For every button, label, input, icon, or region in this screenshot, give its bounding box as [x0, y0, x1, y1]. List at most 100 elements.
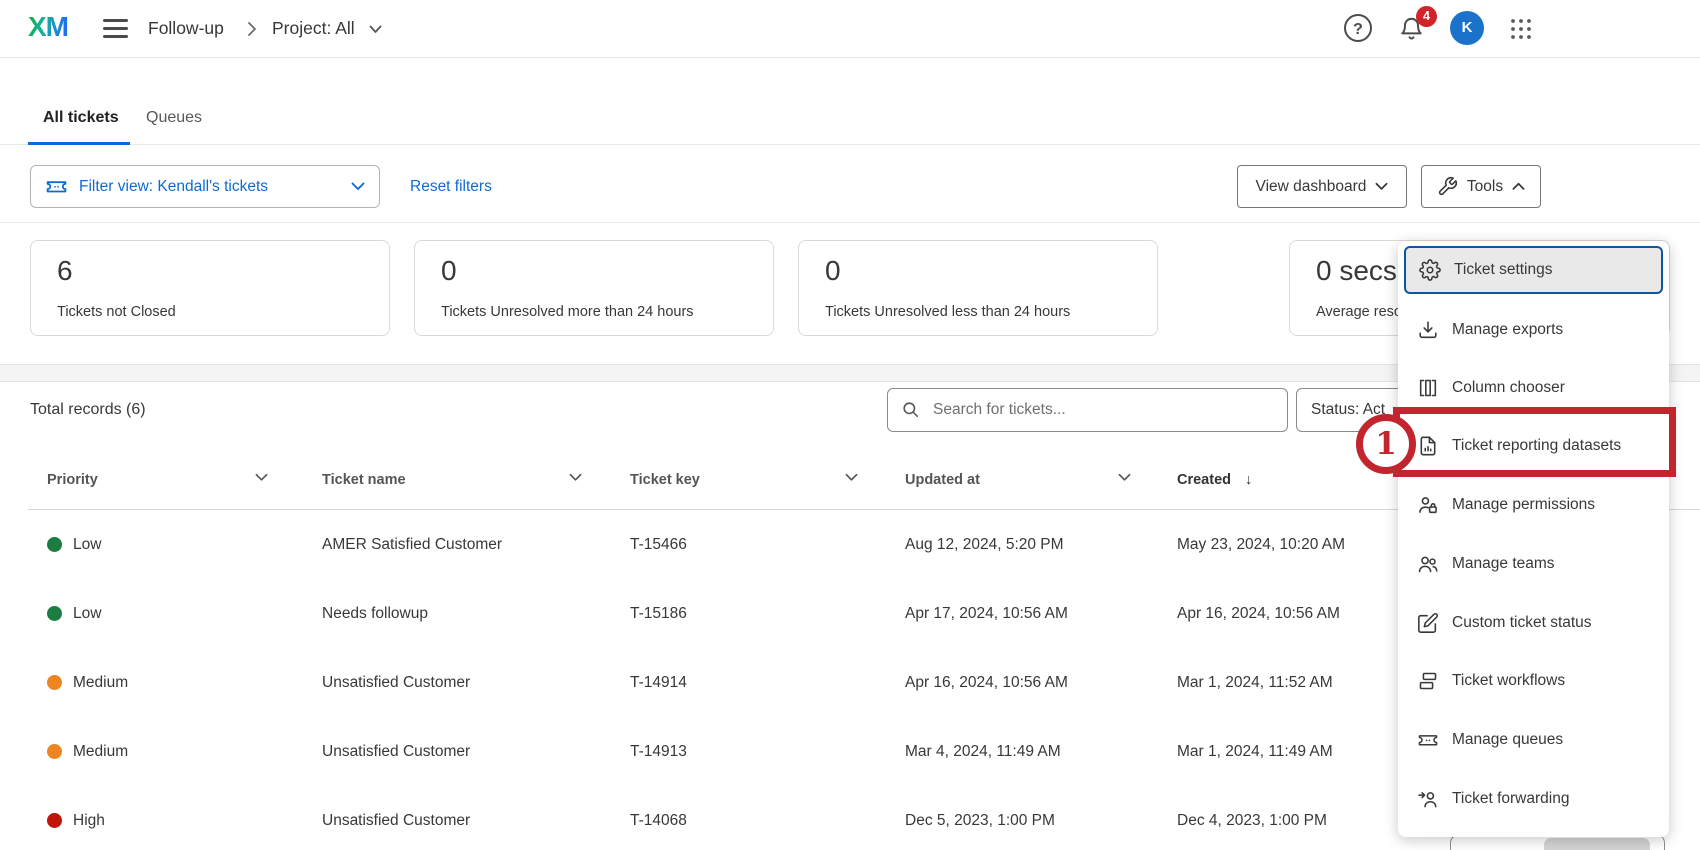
- menu-item-label: Custom ticket status: [1452, 614, 1592, 632]
- menu-item-manage-exports[interactable]: Manage exports: [1404, 306, 1663, 354]
- column-header-ticket-key[interactable]: Ticket key: [630, 460, 860, 500]
- gear-icon: [1419, 259, 1441, 281]
- menu-item-manage-queues[interactable]: Manage queues: [1404, 716, 1663, 764]
- tab-all-tickets[interactable]: All tickets: [43, 95, 119, 140]
- cell-ticket-name: AMER Satisfied Customer: [322, 510, 502, 579]
- help-icon[interactable]: ?: [1344, 14, 1372, 42]
- stat-value: 6: [57, 255, 73, 287]
- hamburger-menu-icon[interactable]: [103, 19, 128, 38]
- column-header-updated-at[interactable]: Updated at: [905, 460, 1133, 500]
- chevron-down-icon: [351, 182, 365, 191]
- cell-ticket-key: T-14913: [630, 717, 687, 786]
- menu-item-label: Manage queues: [1452, 731, 1563, 749]
- cell-updated-at: Mar 4, 2024, 11:49 AM: [905, 717, 1061, 786]
- menu-item-ticket-reporting-datasets[interactable]: Ticket reporting datasets: [1404, 422, 1663, 470]
- search-input[interactable]: [931, 400, 1274, 420]
- file-chart-icon: [1417, 435, 1439, 457]
- column-header-priority[interactable]: Priority: [47, 460, 270, 500]
- chevron-down-icon: [369, 25, 382, 34]
- tab-queues[interactable]: Queues: [146, 95, 202, 140]
- wrench-icon: [1437, 176, 1458, 197]
- menu-item-column-chooser[interactable]: Column chooser: [1404, 364, 1663, 412]
- arrow-person-icon: [1417, 788, 1439, 810]
- active-tab-underline: [28, 142, 130, 145]
- cell-ticket-name: Unsatisfied Customer: [322, 786, 470, 850]
- project-selector-label: Project: All: [272, 18, 355, 38]
- breadcrumb-app-name[interactable]: Follow-up: [148, 0, 224, 57]
- priority-dot: [47, 606, 62, 621]
- chevron-down-icon: [255, 473, 268, 482]
- column-label: Ticket key: [630, 472, 700, 488]
- cell-ticket-key: T-15186: [630, 579, 687, 648]
- column-header-ticket-name[interactable]: Ticket name: [322, 460, 584, 500]
- menu-item-manage-permissions[interactable]: Manage permissions: [1404, 481, 1663, 529]
- user-avatar[interactable]: K: [1450, 11, 1484, 45]
- apps-grid-icon[interactable]: [1508, 16, 1534, 42]
- menu-item-ticket-forwarding[interactable]: Ticket forwarding: [1404, 775, 1663, 823]
- cell-ticket-name: Unsatisfied Customer: [322, 717, 470, 786]
- reset-filters-link[interactable]: Reset filters: [410, 165, 492, 208]
- search-icon: [901, 400, 921, 420]
- cell-priority: Medium: [73, 717, 128, 786]
- menu-item-custom-ticket-status[interactable]: Custom ticket status: [1404, 599, 1663, 647]
- scrollbar-thumb[interactable]: [1544, 838, 1650, 850]
- filter-view-label: Filter view: Kendall's tickets: [79, 178, 351, 196]
- view-dashboard-label: View dashboard: [1256, 178, 1367, 196]
- tools-dropdown-menu: Ticket settings Manage exports Column ch…: [1398, 241, 1669, 837]
- column-label: Priority: [47, 472, 98, 488]
- cell-updated-at: Apr 16, 2024, 10:56 AM: [905, 648, 1068, 717]
- project-selector[interactable]: Project: All: [272, 0, 382, 57]
- cell-priority: Low: [73, 579, 101, 648]
- cell-created: Mar 1, 2024, 11:49 AM: [1177, 717, 1333, 786]
- cell-ticket-key: T-15466: [630, 510, 687, 579]
- filter-view-select[interactable]: Filter view: Kendall's tickets: [30, 165, 380, 208]
- column-label: Created: [1177, 472, 1231, 488]
- columns-icon: [1417, 377, 1439, 399]
- xm-logo: XM: [28, 11, 68, 43]
- stat-label: Tickets Unresolved more than 24 hours: [441, 304, 694, 320]
- stat-value: 0: [825, 255, 841, 287]
- tools-button[interactable]: Tools: [1421, 165, 1541, 208]
- cell-priority: Low: [73, 510, 101, 579]
- menu-item-label: Ticket settings: [1454, 261, 1553, 279]
- stat-card-unresolved-more-24h: 0 Tickets Unresolved more than 24 hours: [414, 240, 774, 336]
- chevron-down-icon: [1118, 473, 1131, 482]
- stat-value: 0 secs: [1316, 255, 1397, 287]
- ticket-icon: [45, 175, 68, 198]
- cell-priority: High: [73, 786, 105, 850]
- cell-created: Apr 16, 2024, 10:56 AM: [1177, 579, 1340, 648]
- menu-item-label: Ticket workflows: [1452, 672, 1565, 690]
- ticket-search[interactable]: [887, 388, 1288, 432]
- app-window: XM Follow-up Project: All ? 4 K: [0, 0, 1700, 850]
- sort-descending-arrow-icon: ↓: [1245, 472, 1252, 488]
- tools-label: Tools: [1467, 178, 1503, 196]
- top-navigation-bar: XM Follow-up Project: All ? 4 K: [0, 0, 1700, 58]
- column-label: Updated at: [905, 472, 980, 488]
- menu-item-label: Manage permissions: [1452, 496, 1595, 514]
- priority-dot: [47, 813, 62, 828]
- person-lock-icon: [1417, 494, 1439, 516]
- cell-ticket-key: T-14914: [630, 648, 687, 717]
- cell-created: Mar 1, 2024, 11:52 AM: [1177, 648, 1333, 717]
- chevron-down-icon: [845, 473, 858, 482]
- stat-card-unresolved-less-24h: 0 Tickets Unresolved less than 24 hours: [798, 240, 1158, 336]
- priority-dot: [47, 744, 62, 759]
- stat-label: Tickets Unresolved less than 24 hours: [825, 304, 1070, 320]
- cell-ticket-key: T-14068: [630, 786, 687, 850]
- stat-value: 0: [441, 255, 457, 287]
- menu-item-ticket-settings[interactable]: Ticket settings: [1404, 246, 1663, 294]
- total-records-label: Total records (6): [30, 398, 146, 422]
- stat-card-tickets-not-closed: 6 Tickets not Closed: [30, 240, 390, 336]
- menu-item-manage-teams[interactable]: Manage teams: [1404, 540, 1663, 588]
- cell-updated-at: Dec 5, 2023, 1:00 PM: [905, 786, 1055, 850]
- menu-item-ticket-workflows[interactable]: Ticket workflows: [1404, 657, 1663, 705]
- ticket-icon: [1417, 729, 1439, 751]
- column-header-created[interactable]: Created ↓: [1177, 460, 1337, 500]
- chevron-down-icon: [1375, 182, 1388, 191]
- stat-label: Tickets not Closed: [57, 304, 176, 320]
- download-icon: [1417, 319, 1439, 341]
- priority-dot: [47, 537, 62, 552]
- tabs-divider: [0, 144, 1700, 145]
- users-icon: [1417, 553, 1439, 575]
- view-dashboard-button[interactable]: View dashboard: [1237, 165, 1407, 208]
